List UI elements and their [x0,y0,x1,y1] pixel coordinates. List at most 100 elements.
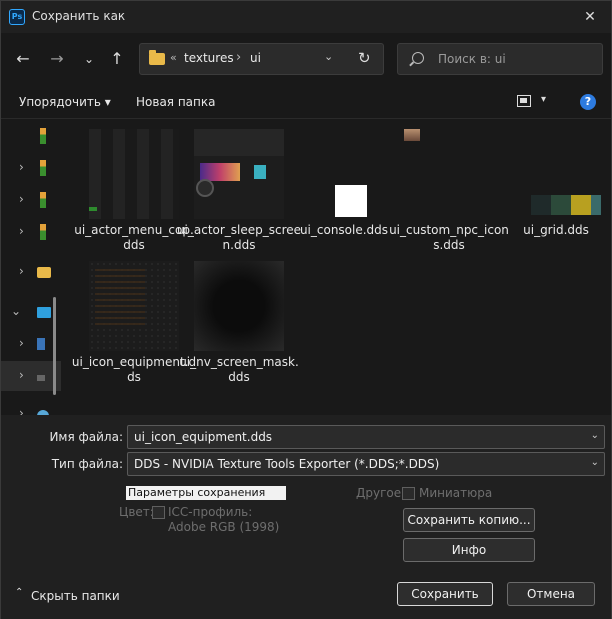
file-thumbnail [89,261,179,351]
disk-icon [37,375,45,381]
info-button[interactable]: Инфо [403,538,535,562]
hide-folders-button[interactable]: Скрыть папки [31,589,120,603]
recent-locations-button[interactable]: ⌄ [77,47,101,71]
folder-icon [149,50,165,65]
refresh-icon[interactable]: ↻ [358,49,371,67]
address-arrow[interactable]: › [236,50,241,65]
help-icon[interactable]: ? [580,94,596,110]
navigation-bar: ← → ⌄ ↑ « textures › ui ⌄ ↻ Поиск в: ui [1,33,611,85]
file-item[interactable]: ui_custom_npc_icons.dds [386,119,509,252]
thumbnail-label: Миниатюра [419,486,493,500]
command-bar: Упорядочить ▾ Новая папка ▾ ? [1,85,611,119]
thumb-art [254,165,266,179]
title-bar: Ps Сохранить как ✕ [1,1,611,33]
icc-profile-label: ICC-профиль: Adobe RGB (1998) [168,505,280,534]
thumb-art [196,179,214,197]
photoshop-icon: Ps [9,9,25,25]
computer-icon [37,307,51,318]
sidebar-chevron-icon[interactable]: › [19,336,24,350]
filetype-value: DDS - NVIDIA Texture Tools Exporter (*.D… [134,457,440,471]
file-item[interactable]: ui_actor_sleep_screen.dds [176,119,301,252]
save-as-dialog: Ps Сохранить как ✕ ← → ⌄ ↑ « textures › … [0,0,612,619]
cancel-button[interactable]: Отмена [507,582,595,606]
thumb-art [551,195,571,215]
sidebar-chevron-icon[interactable]: › [19,192,24,206]
organize-button[interactable]: Упорядочить ▾ [19,95,111,109]
icc-profile-checkbox[interactable] [152,506,165,519]
thumb-art [531,195,551,215]
filetype-select[interactable]: DDS - NVIDIA Texture Tools Exporter (*.D… [127,452,605,476]
address-part-textures[interactable]: textures [184,51,234,65]
library-icon [40,160,46,176]
thumb-art [335,185,367,217]
filetype-label: Тип файла: [51,457,123,471]
filename-value: ui_icon_equipment.dds [134,430,273,444]
navigation-pane: › › › › ⌄ › › › [1,119,67,422]
thumb-art [591,195,601,215]
file-thumbnail [194,129,284,219]
file-thumbnail [299,129,389,219]
file-name: ui_nv_screen_mask.dds [179,355,299,384]
library-icon [40,192,46,208]
search-box[interactable]: Поиск в: ui [397,43,603,75]
library-icon [40,224,46,240]
save-copy-button[interactable]: Сохранить копию... [403,508,535,532]
file-thumbnail [194,261,284,351]
chevron-down-icon[interactable]: ⌄ [591,457,599,468]
file-thumbnail [89,129,179,219]
filename-label: Имя файла: [49,430,123,444]
sidebar-item[interactable]: › [1,361,61,391]
sidebar-item[interactable]: › [1,329,61,359]
view-options-chevron[interactable]: ▾ [541,94,546,105]
thumb-art [571,195,591,215]
window-title: Сохранить как [32,9,126,23]
new-folder-button[interactable]: Новая папка [136,95,215,109]
file-name: ui_grid.dds [523,223,589,237]
sidebar-item[interactable] [1,121,61,151]
save-button[interactable]: Сохранить [397,582,493,606]
other-label: Другое: [356,486,406,500]
file-item[interactable]: ui_icon_equipment.dds [71,251,196,384]
thumbnail-checkbox[interactable] [402,487,415,500]
sidebar-chevron-icon[interactable]: ⌄ [11,304,21,318]
filename-input[interactable]: ui_icon_equipment.dds ⌄ [127,425,605,449]
chevron-up-icon[interactable]: ⌃ [15,587,23,598]
folder-icon [37,267,51,278]
file-item[interactable]: ui_actor_menu_cop.dds [71,119,194,252]
sidebar-scrollbar[interactable] [53,297,56,395]
drive-icon [37,338,45,350]
address-bar[interactable]: « textures › ui ⌄ ↻ [139,43,384,75]
color-label: Цвет: [119,505,154,519]
sidebar-item[interactable]: › [1,185,61,215]
sidebar-chevron-icon[interactable]: › [19,264,24,278]
sidebar-chevron-icon[interactable]: › [19,160,24,174]
address-root-chevron[interactable]: « [170,51,177,64]
view-mode-icon[interactable] [517,95,531,107]
close-button[interactable]: ✕ [575,5,605,29]
content-area: › › › › ⌄ › › › ui_actor_menu_cop.dds ui… [1,119,611,422]
file-thumbnail [404,129,494,219]
address-dropdown-icon[interactable]: ⌄ [324,50,333,63]
file-item[interactable]: ui_grid.dds [493,119,601,251]
sidebar-item[interactable]: › [1,257,61,287]
forward-button[interactable]: → [45,47,69,71]
save-options-heading: Параметры сохранения [126,486,286,500]
back-button[interactable]: ← [11,47,35,71]
up-button[interactable]: ↑ [105,47,129,71]
search-input[interactable]: Поиск в: ui [438,52,506,66]
file-item[interactable]: ui_nv_screen_mask.dds [176,251,299,384]
sidebar-item-this-pc[interactable]: ⌄ [1,297,61,327]
sidebar-item[interactable]: › [1,153,61,183]
sidebar-chevron-icon[interactable]: › [19,224,24,238]
thumb-art [404,129,420,141]
library-icon [40,128,46,144]
address-part-ui[interactable]: ui [250,51,261,65]
save-form: Имя файла: ui_icon_equipment.dds ⌄ Тип ф… [1,415,611,619]
file-list: ui_actor_menu_cop.dds ui_actor_sleep_scr… [69,119,611,415]
sidebar-chevron-icon[interactable]: › [19,368,24,382]
sidebar-item[interactable]: › [1,217,61,247]
search-icon [412,52,424,64]
file-item[interactable]: ui_console.dds [281,119,389,251]
file-thumbnail [511,129,601,219]
chevron-down-icon[interactable]: ⌄ [591,430,599,441]
